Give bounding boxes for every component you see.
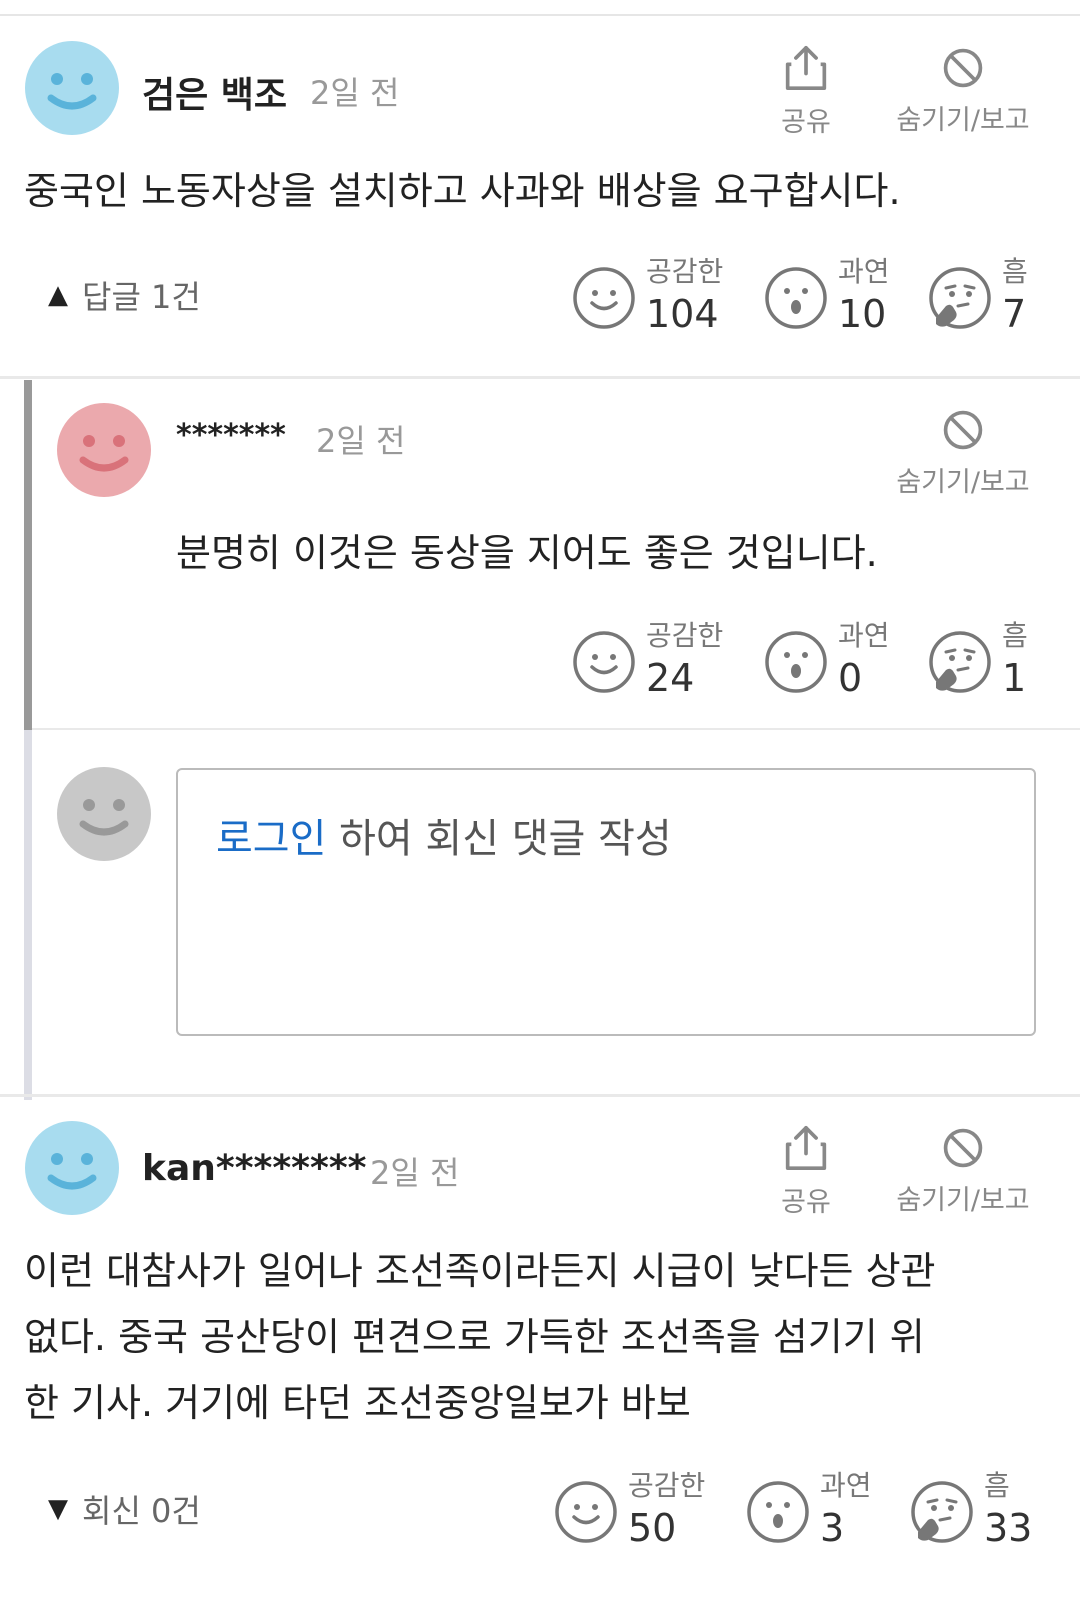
reply-input-bar bbox=[24, 730, 32, 1100]
reaction-hmm[interactable]: 흠 7 bbox=[928, 255, 1038, 340]
surprised-icon bbox=[764, 266, 828, 330]
reaction-count: 24 bbox=[646, 656, 695, 700]
hide-report-button[interactable]: 숨기기/보고 bbox=[888, 1126, 1038, 1217]
reaction-count: 7 bbox=[1002, 292, 1027, 336]
top-divider bbox=[0, 14, 1080, 16]
reaction-label: 과연 bbox=[838, 255, 890, 288]
reaction-hmm[interactable]: 흠 33 bbox=[910, 1469, 1040, 1554]
reaction-like[interactable]: 공감한 24 bbox=[572, 619, 742, 704]
username[interactable]: kan******** bbox=[142, 1148, 366, 1189]
reply-input-box[interactable]: 로그인 하여 회신 댓글 작성 bbox=[176, 768, 1036, 1036]
reaction-count: 10 bbox=[838, 292, 887, 336]
reaction-wow[interactable]: 과연 10 bbox=[764, 255, 904, 340]
reaction-like[interactable]: 공감한 104 bbox=[572, 255, 742, 340]
share-label: 공유 bbox=[781, 1187, 831, 1218]
reaction-count: 104 bbox=[646, 292, 719, 336]
smile-icon bbox=[572, 266, 636, 330]
reaction-label: 공감한 bbox=[628, 1469, 706, 1502]
surprised-icon bbox=[746, 1480, 810, 1544]
login-link[interactable]: 로그인 bbox=[216, 816, 326, 862]
share-button[interactable]: 공유 bbox=[770, 1124, 842, 1219]
triangle-down-icon: ▼ bbox=[48, 1494, 68, 1524]
hide-report-label: 숨기기/보고 bbox=[896, 1185, 1030, 1216]
avatar bbox=[56, 766, 152, 862]
reaction-hmm[interactable]: 흠 1 bbox=[928, 619, 1038, 704]
timestamp: 2일 전 bbox=[310, 74, 400, 112]
timestamp: 2일 전 bbox=[316, 422, 406, 460]
reply-thread-bar bbox=[24, 380, 32, 730]
reaction-count: 0 bbox=[838, 656, 863, 700]
reaction-like[interactable]: 공감한 50 bbox=[554, 1469, 724, 1554]
thinking-icon bbox=[910, 1480, 974, 1544]
hide-report-button[interactable]: 숨기기/보고 bbox=[888, 46, 1038, 137]
username[interactable]: 검은 백조 bbox=[142, 66, 287, 118]
reply-prompt: 로그인 하여 회신 댓글 작성 bbox=[216, 806, 672, 864]
reaction-label: 흠 bbox=[984, 1469, 1010, 1502]
reaction-label: 과연 bbox=[838, 619, 890, 652]
replies-toggle-label: 회신 0건 bbox=[82, 1492, 201, 1530]
reaction-label: 과연 bbox=[820, 1469, 872, 1502]
triangle-up-icon: ▲ bbox=[48, 280, 68, 310]
thinking-icon bbox=[928, 630, 992, 694]
hide-report-label: 숨기기/보고 bbox=[896, 105, 1030, 136]
share-label: 공유 bbox=[781, 107, 831, 138]
hide-report-button[interactable]: 숨기기/보고 bbox=[888, 408, 1038, 499]
reaction-label: 흠 bbox=[1002, 255, 1028, 288]
comment-text: 중국인 노동자상을 설치하고 사과와 배상을 요구합시다. bbox=[24, 158, 901, 224]
share-button[interactable]: 공유 bbox=[770, 44, 842, 139]
reply-prompt-text: 하여 회신 댓글 작성 bbox=[326, 816, 672, 862]
reaction-wow[interactable]: 과연 3 bbox=[746, 1469, 886, 1554]
comment-line: 없다. 중국 공산당이 편견으로 가득한 조선족을 섬기기 위 bbox=[24, 1315, 925, 1359]
reaction-count: 3 bbox=[820, 1506, 845, 1550]
share-icon bbox=[784, 44, 828, 92]
divider bbox=[32, 728, 1080, 730]
comment-line: 이런 대참사가 일어나 조선족이라든지 시급이 낮다든 상관 bbox=[24, 1249, 936, 1293]
block-icon bbox=[941, 408, 985, 452]
thinking-icon bbox=[928, 266, 992, 330]
reaction-count: 1 bbox=[1002, 656, 1027, 700]
timestamp: 2일 전 bbox=[370, 1154, 460, 1192]
reaction-label: 흠 bbox=[1002, 619, 1028, 652]
replies-toggle-label: 답글 1건 bbox=[82, 278, 201, 316]
share-icon bbox=[784, 1124, 828, 1172]
replies-toggle[interactable]: ▼ 회신 0건 bbox=[48, 1486, 201, 1532]
surprised-icon bbox=[764, 630, 828, 694]
smile-icon bbox=[554, 1480, 618, 1544]
username[interactable]: ******* bbox=[176, 418, 286, 453]
divider bbox=[0, 376, 1080, 379]
user-avatar-icon bbox=[25, 1121, 119, 1215]
comment-line: 중국인 노동자상을 설치하고 사과와 배상을 요구합시다. bbox=[24, 169, 901, 213]
reaction-count: 50 bbox=[628, 1506, 677, 1550]
block-icon bbox=[941, 46, 985, 90]
divider bbox=[0, 1094, 1080, 1097]
comment-line: 한 기사. 거기에 타던 조선중앙일보가 바보 bbox=[24, 1381, 691, 1425]
avatar[interactable] bbox=[24, 1120, 120, 1216]
user-avatar-icon bbox=[57, 403, 151, 497]
replies-toggle[interactable]: ▲ 답글 1건 bbox=[48, 272, 201, 318]
guest-avatar-icon bbox=[57, 767, 151, 861]
avatar[interactable] bbox=[24, 40, 120, 136]
user-avatar-icon bbox=[25, 41, 119, 135]
smile-icon bbox=[572, 630, 636, 694]
reaction-label: 공감한 bbox=[646, 619, 724, 652]
reaction-wow[interactable]: 과연 0 bbox=[764, 619, 904, 704]
reply-text: 분명히 이것은 동상을 지어도 좋은 것입니다. bbox=[176, 531, 878, 575]
block-icon bbox=[941, 1126, 985, 1170]
comment-text: 이런 대참사가 일어나 조선족이라든지 시급이 낮다든 상관 없다. 중국 공산… bbox=[24, 1238, 936, 1436]
avatar[interactable] bbox=[56, 402, 152, 498]
hide-report-label: 숨기기/보고 bbox=[896, 467, 1030, 498]
reaction-count: 33 bbox=[984, 1506, 1033, 1550]
reaction-label: 공감한 bbox=[646, 255, 724, 288]
